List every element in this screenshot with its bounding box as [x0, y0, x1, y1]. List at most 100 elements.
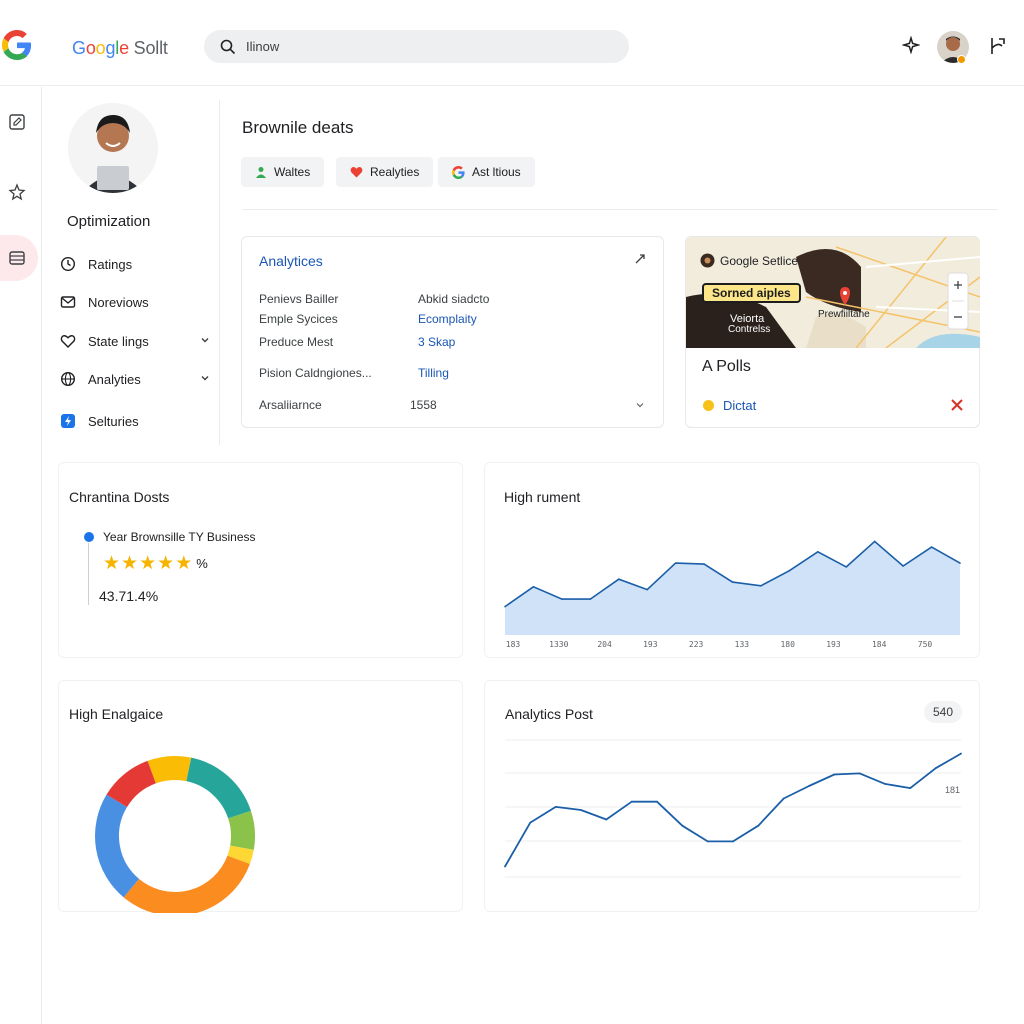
x-tick-label: 133 — [735, 640, 750, 649]
analytics-row-link[interactable]: Ecomplaity — [418, 312, 477, 326]
zoom-out-icon[interactable] — [952, 311, 964, 323]
line-point — [529, 821, 532, 824]
analytics-card-title: Analytices — [259, 253, 323, 269]
donut-slice — [106, 760, 157, 808]
sidebar-item-label: Analyties — [88, 371, 141, 387]
star-icon: ★ — [157, 553, 175, 574]
line-point — [580, 809, 582, 811]
zoom-in-icon[interactable] — [952, 279, 964, 291]
sidebar-item-selturies[interactable]: Selturies — [60, 410, 212, 432]
analytics-row-link[interactable]: 3 Skap — [418, 335, 455, 349]
area-point — [703, 563, 705, 565]
status-dot — [703, 400, 714, 411]
chip-ast-ltious[interactable]: Ast ltious — [438, 157, 535, 187]
list-icon[interactable] — [8, 249, 26, 267]
top-bar: Google Sollt Ilinow — [0, 0, 1024, 86]
donut-chart-card: High Enalgaice — [58, 680, 463, 913]
donut-slice — [95, 794, 140, 898]
star-rating: ★ ★ ★ ★ ★ % — [103, 552, 208, 575]
header-divider — [242, 209, 998, 210]
line-point — [757, 824, 760, 827]
analytics-card: Analytices Penievs Bailler Abkid siadcto… — [241, 236, 664, 428]
star-outline-icon[interactable] — [8, 183, 26, 201]
bolt-icon — [61, 414, 75, 428]
line-chart-card: Analytics Post 181 — [484, 680, 980, 912]
line-point — [681, 824, 684, 827]
line-point — [884, 782, 886, 785]
area-chart-card: High rument 183 1330 204 193 223 133 180 193 184… — [484, 462, 980, 658]
x-tick-label: 1330 — [549, 640, 568, 649]
search-bar[interactable]: Ilinow — [204, 30, 629, 63]
count-badge[interactable]: 540 — [924, 701, 962, 723]
x-tick-label: 750 — [918, 640, 933, 649]
user-switch-icon[interactable] — [988, 36, 1008, 56]
x-tick-label: 223 — [689, 640, 704, 649]
sidebar-item-label: Noreviows — [88, 294, 149, 310]
sparkle-icon[interactable] — [902, 36, 920, 54]
mail-icon — [60, 296, 76, 308]
brand-letter: o — [85, 38, 96, 58]
chip-waltes[interactable]: Waltes — [241, 157, 325, 187]
star-icon: ★ — [103, 553, 121, 574]
status-link[interactable]: Dictat — [723, 398, 756, 413]
x-tick-label: 204 — [597, 640, 612, 649]
sidebar-item-analyties[interactable]: Analyties — [60, 368, 212, 390]
analytics-row-label: Emple Sycices — [259, 312, 338, 326]
map-place-label: Contrelss — [728, 324, 771, 335]
analytics-row-label: Preduce Mest — [259, 335, 334, 349]
chip-realyties[interactable]: Realyties — [336, 157, 434, 187]
rating-card-title: Chrantina Dosts — [69, 489, 170, 505]
map-highlight-label[interactable]: Sorned aiples — [702, 283, 801, 303]
timeline-line — [88, 543, 89, 605]
line-point — [934, 767, 937, 770]
timeline-dot — [84, 532, 94, 542]
app-brand[interactable]: Google Sollt — [72, 38, 168, 59]
area-point — [532, 585, 535, 588]
close-icon[interactable] — [950, 398, 964, 412]
brand-letter: o — [95, 38, 106, 58]
left-rail — [0, 87, 42, 1024]
line-point — [808, 785, 810, 787]
percent-sign: % — [196, 556, 208, 571]
expand-icon[interactable] — [634, 253, 646, 265]
map-overlay-title: Google Setlice — [720, 254, 799, 268]
map-source-icon — [700, 253, 715, 268]
sidebar-item-label: Ratings — [88, 256, 133, 272]
area-point — [646, 588, 648, 591]
area-point — [930, 546, 933, 548]
line-point — [909, 787, 912, 789]
chevron-down-icon[interactable] — [198, 333, 212, 347]
chevron-down-icon[interactable] — [198, 371, 212, 385]
line-point — [732, 840, 734, 843]
line-point — [630, 800, 633, 803]
profile-name: Optimization — [67, 213, 151, 230]
donut-chart — [95, 756, 255, 913]
rating-card: Chrantina Dosts Year Brownsille TY Busin… — [58, 462, 463, 658]
map-view[interactable]: Google Setlice Sorned aiples Veiorta Con… — [686, 237, 980, 348]
brand-letter: g — [105, 38, 116, 58]
chevron-down-icon[interactable] — [634, 399, 646, 411]
donut-slice — [123, 855, 250, 913]
sidebar-item-ratings[interactable]: Ratings — [60, 253, 212, 275]
person-icon — [256, 167, 266, 178]
x-tick-label: 184 — [872, 640, 887, 649]
globe-icon — [60, 371, 76, 387]
area-point — [731, 581, 734, 583]
chip-label: Ast ltious — [472, 165, 521, 179]
google-g-icon[interactable] — [2, 30, 32, 60]
analytics-row-link[interactable]: Tilling — [418, 366, 449, 380]
line-point — [782, 797, 785, 800]
search-input[interactable]: Ilinow — [246, 39, 279, 54]
edit-square-icon[interactable] — [8, 113, 26, 131]
sidebar-item-state-lings[interactable]: State lings — [60, 330, 212, 352]
sidebar-divider — [219, 100, 220, 445]
rating-score: 43.71.4% — [99, 588, 159, 604]
brand-suffix: Sollt — [128, 38, 168, 58]
sidebar-item-reviews[interactable]: Noreviows — [60, 291, 212, 313]
x-tick-label: 180 — [780, 640, 795, 649]
sidebar-item-label: Selturies — [88, 413, 139, 429]
line-point — [656, 800, 658, 803]
heart-icon — [350, 167, 363, 178]
analytics-row-label: Arsaliiarnce — [259, 398, 322, 412]
star-icon: ★ — [139, 553, 157, 574]
